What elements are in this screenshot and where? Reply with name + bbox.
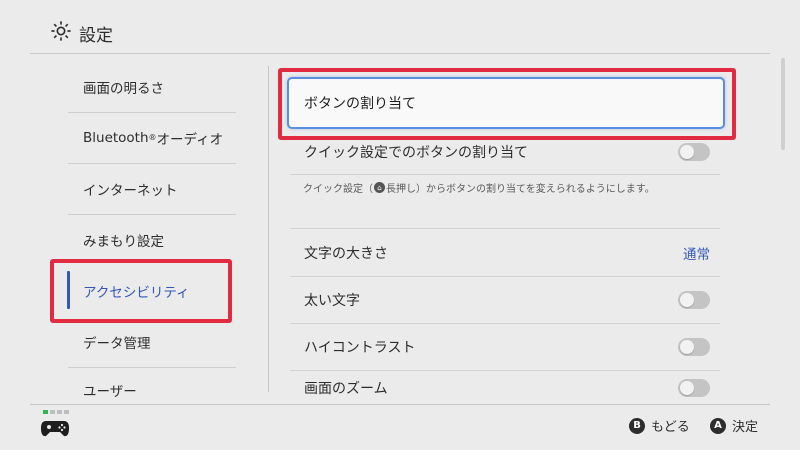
sidebar-item-label: ユーザー <box>83 384 137 400</box>
quick-mapping-toggle[interactable] <box>678 143 710 161</box>
quick-mapping-item[interactable]: クイック設定でのボタンの割り当て <box>290 128 720 176</box>
a-button-icon: A <box>710 417 726 434</box>
page-title: 設定 <box>79 25 113 46</box>
note-text-start: クイック設定（ <box>303 184 373 195</box>
list-divider <box>290 174 720 175</box>
sidebar-item-brightness[interactable]: 画面の明るさ <box>68 61 236 112</box>
scrollbar[interactable] <box>781 58 785 150</box>
text-size-item[interactable]: 文字の大きさ 通常 <box>290 229 720 277</box>
sidebar-item-label: Bluetooth <box>83 129 149 146</box>
high-contrast-label: ハイコントラスト <box>304 340 416 356</box>
sidebar-item-label: データ管理 <box>83 335 151 352</box>
sidebar-item-label: 画面の明るさ <box>83 80 164 97</box>
pane-divider <box>268 66 269 392</box>
back-label: もどる <box>651 420 690 435</box>
bold-text-label: 太い文字 <box>304 293 360 309</box>
bold-text-toggle[interactable] <box>678 291 710 309</box>
ok-label: 決定 <box>732 420 759 435</box>
controller-icon <box>40 418 70 442</box>
zoom-toggle[interactable] <box>678 379 710 397</box>
high-contrast-toggle[interactable] <box>678 338 710 356</box>
gear-icon <box>50 20 72 46</box>
quick-mapping-note: クイック設定（ ⌂ 長押し）からボタンの割り当てを変えられるようにします。 <box>303 180 655 195</box>
text-size-label: 文字の大きさ <box>304 246 388 262</box>
registered-mark: ® <box>148 133 157 142</box>
header: 設定 <box>50 20 113 46</box>
zoom-label: 画面のズーム <box>304 381 388 397</box>
b-button-icon: B <box>629 417 645 434</box>
sidebar-item-bluetooth-audio[interactable]: Bluetooth ® オーディオ <box>68 112 236 163</box>
high-contrast-item[interactable]: ハイコントラスト <box>290 323 720 371</box>
header-bar: 設定 <box>0 0 800 54</box>
sidebar-item-label-suffix: オーディオ <box>156 131 224 148</box>
sidebar-item-label: みまもり設定 <box>83 233 164 250</box>
sidebar-item-parental-controls[interactable]: みまもり設定 <box>68 214 236 265</box>
text-size-value: 通常 <box>683 247 710 263</box>
ok-button[interactable]: A 決定 <box>710 416 758 435</box>
quick-mapping-label: クイック設定でのボタンの割り当て <box>304 145 528 161</box>
note-text-end: 長押し）からボタンの割り当てを変えられるようにします。 <box>386 184 655 195</box>
home-icon: ⌂ <box>374 182 385 193</box>
sidebar-item-label: インターネット <box>83 182 178 199</box>
bold-text-item[interactable]: 太い文字 <box>290 276 720 324</box>
back-button[interactable]: B もどる <box>629 416 690 435</box>
sidebar-item-internet[interactable]: インターネット <box>68 163 236 214</box>
controller-indicator <box>43 410 69 414</box>
sidebar-item-data-management[interactable]: データ管理 <box>68 316 236 367</box>
zoom-item[interactable]: 画面のズーム <box>290 370 720 406</box>
highlight-box-sidebar <box>50 259 232 323</box>
